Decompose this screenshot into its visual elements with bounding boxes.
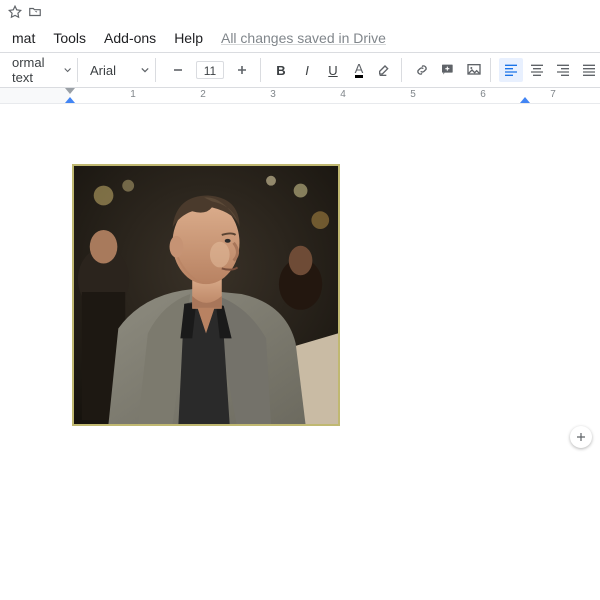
first-line-indent-marker[interactable] — [65, 88, 75, 94]
menu-bar: mat Tools Add-ons Help All changes saved… — [0, 24, 600, 52]
ruler-scale: 1 2 3 4 5 6 7 — [0, 88, 600, 103]
ruler-num: 7 — [550, 89, 556, 100]
menu-help[interactable]: Help — [166, 26, 211, 50]
ruler-num: 5 — [410, 89, 416, 100]
bold-button[interactable]: B — [269, 58, 293, 82]
text-color-button[interactable]: A — [347, 58, 371, 82]
comment-plus-icon — [440, 62, 456, 78]
align-center-icon — [529, 62, 545, 78]
font-size-increase[interactable] — [230, 58, 254, 82]
paragraph-style-dropdown[interactable]: ormal text — [4, 58, 78, 82]
right-indent-marker[interactable] — [520, 97, 530, 103]
highlight-color-button[interactable] — [373, 58, 397, 82]
plus-icon — [575, 431, 587, 443]
ruler-num: 2 — [200, 89, 206, 100]
font-size-input[interactable]: 11 — [196, 61, 224, 79]
underline-button[interactable]: U — [321, 58, 345, 82]
menu-addons[interactable]: Add-ons — [96, 26, 164, 50]
insert-image-button[interactable] — [462, 58, 486, 82]
align-center-button[interactable] — [525, 58, 549, 82]
align-left-icon — [503, 62, 519, 78]
left-indent-marker[interactable] — [65, 97, 75, 103]
ruler-num: 4 — [340, 89, 346, 100]
ruler-num: 3 — [270, 89, 276, 100]
save-status[interactable]: All changes saved in Drive — [221, 30, 386, 46]
inserted-image[interactable] — [72, 164, 340, 426]
toolbar: ormal text Arial 11 B I U A — [0, 52, 600, 88]
align-right-button[interactable] — [551, 58, 575, 82]
link-icon — [414, 62, 430, 78]
font-size-decrease[interactable] — [166, 58, 190, 82]
align-justify-icon — [581, 62, 597, 78]
chevron-down-icon — [141, 66, 149, 74]
chevron-down-icon — [64, 66, 71, 74]
font-size-control: 11 — [160, 58, 261, 82]
image-icon — [466, 62, 482, 78]
highlighter-icon — [377, 62, 393, 78]
align-left-button[interactable] — [499, 58, 523, 82]
align-justify-button[interactable] — [577, 58, 600, 82]
menu-format[interactable]: mat — [4, 26, 43, 50]
document-page[interactable] — [0, 106, 600, 600]
folder-move-icon[interactable] — [28, 5, 42, 19]
menu-tools[interactable]: Tools — [45, 26, 94, 50]
align-right-icon — [555, 62, 571, 78]
add-comment-button[interactable] — [436, 58, 460, 82]
italic-button[interactable]: I — [295, 58, 319, 82]
editor-workspace — [0, 106, 600, 600]
star-outline-icon[interactable] — [8, 5, 22, 19]
horizontal-ruler[interactable]: 1 2 3 4 5 6 7 — [0, 88, 600, 104]
ruler-num: 1 — [130, 89, 136, 100]
paragraph-style-value: ormal text — [12, 55, 64, 85]
explore-button[interactable] — [570, 426, 592, 448]
font-family-dropdown[interactable]: Arial — [82, 58, 156, 82]
ruler-num: 6 — [480, 89, 486, 100]
font-family-value: Arial — [90, 63, 116, 78]
insert-link-button[interactable] — [410, 58, 434, 82]
